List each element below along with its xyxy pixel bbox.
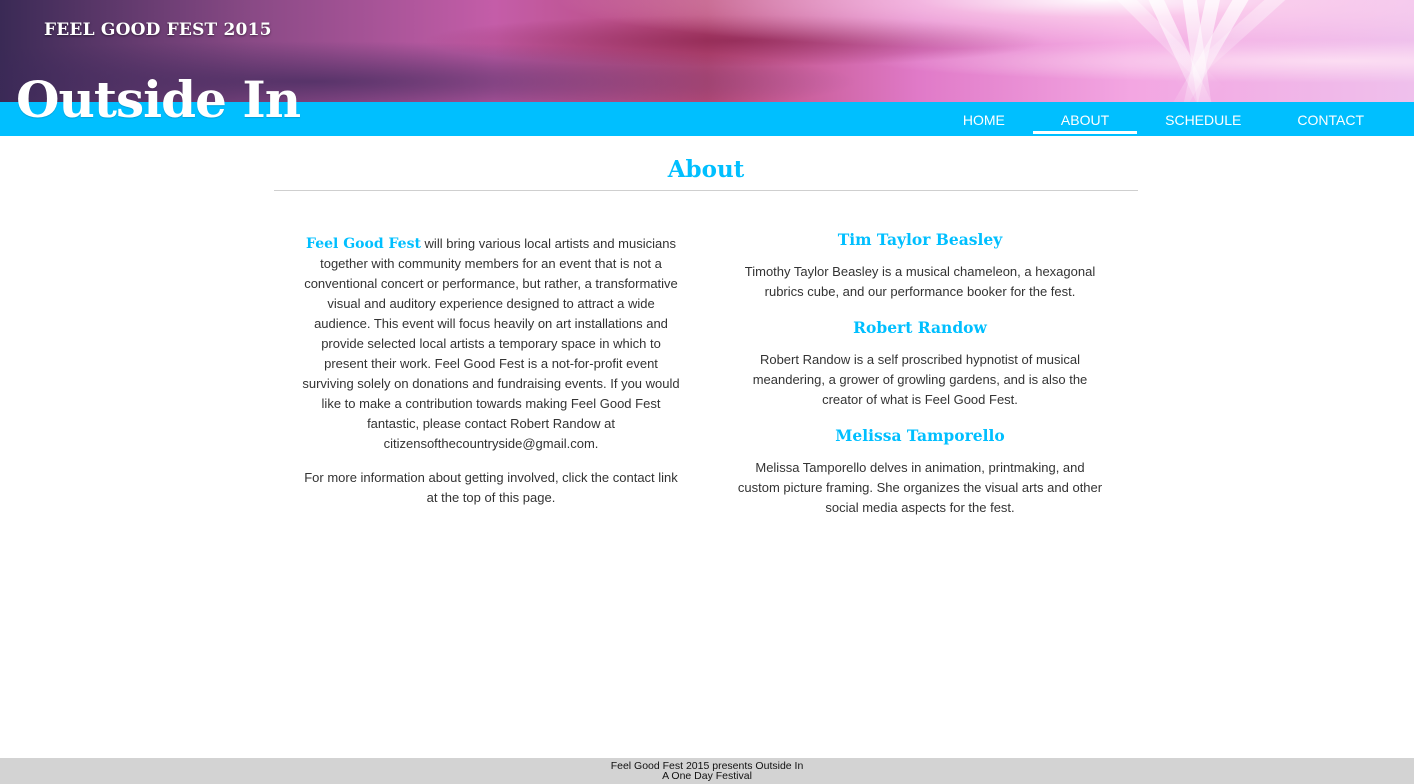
team-member: Melissa Tamporello Melissa Tamporello de… — [736, 424, 1104, 518]
team-member: Tim Taylor Beasley Timothy Taylor Beasle… — [736, 228, 1104, 302]
about-intro: Feel Good Fest will bring various local … — [300, 234, 682, 522]
nav-schedule-link[interactable]: SCHEDULE — [1137, 102, 1269, 136]
main-nav: HOME ABOUT SCHEDULE CONTACT — [935, 102, 1392, 136]
member-bio: Melissa Tamporello delves in animation, … — [737, 460, 1103, 515]
member-bio: Robert Randow is a self proscribed hypno… — [752, 352, 1088, 407]
page-heading: About — [667, 156, 745, 183]
footer: Feel Good Fest 2015 presents Outside In … — [0, 758, 1414, 784]
site-title[interactable]: Outside In — [16, 70, 301, 130]
member-name: Melissa Tamporello — [835, 426, 1005, 445]
team-list: Tim Taylor Beasley Timothy Taylor Beasle… — [736, 228, 1104, 532]
nav-contact-link[interactable]: CONTACT — [1269, 102, 1392, 136]
nav-about-link[interactable]: ABOUT — [1032, 102, 1138, 136]
member-bio: Timothy Taylor Beasley is a musical cham… — [744, 264, 1096, 299]
site-kicker: FEEL GOOD FEST 2015 — [44, 20, 272, 40]
team-member: Robert Randow Robert Randow is a self pr… — [736, 316, 1104, 410]
heading-divider — [274, 190, 1138, 191]
page: FEEL GOOD FEST 2015 Outside In HOME ABOU… — [0, 0, 1414, 784]
brand-name: Feel Good Fest — [306, 236, 421, 252]
member-name: Tim Taylor Beasley — [837, 230, 1003, 249]
member-name: Robert Randow — [853, 318, 987, 337]
nav-home-link[interactable]: HOME — [935, 102, 1033, 136]
footer-line-2: A One Day Festival — [662, 770, 752, 782]
more-info-paragraph: For more information about getting invol… — [304, 470, 678, 505]
intro-paragraph: Feel Good Fest will bring various local … — [300, 234, 682, 454]
intro-body: will bring various local artists and mus… — [302, 236, 680, 451]
